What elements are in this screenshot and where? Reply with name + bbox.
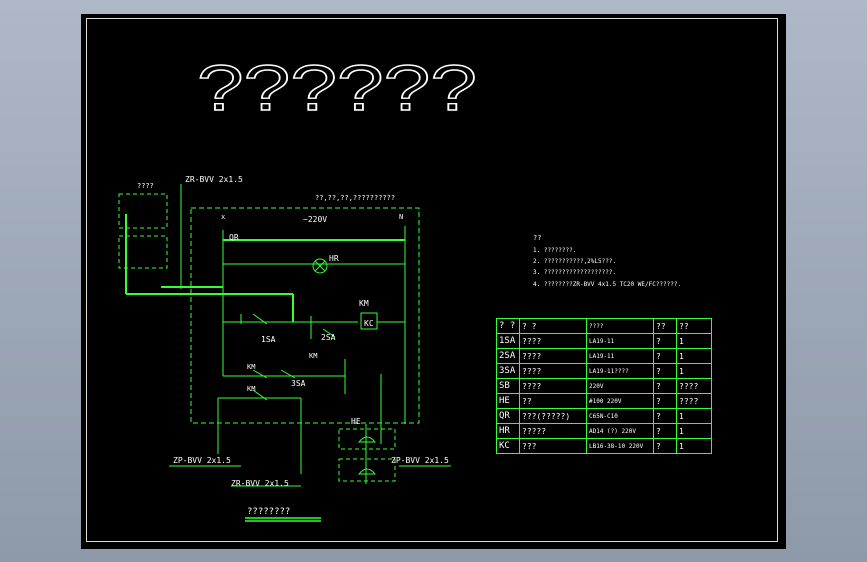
table-cell: 1 (676, 408, 712, 424)
table-cell: ???? (519, 363, 587, 379)
table-row: 1SA ???? LA19-11 ? 1 (496, 333, 712, 349)
phase-x-label: x (221, 213, 225, 221)
table-cell: ????? (519, 423, 587, 439)
table-cell: SB (496, 378, 520, 394)
table-cell: ? (653, 363, 677, 379)
he-label: HE (351, 417, 361, 426)
table-cell: ? (653, 423, 677, 439)
km3-label: KM (247, 385, 255, 393)
table-cell: ? (653, 333, 677, 349)
table-cell: ???? (519, 348, 587, 364)
table-cell: #100 220V (586, 393, 654, 409)
table-cell: ? (653, 438, 677, 454)
table-cell: ? (653, 408, 677, 424)
notes-heading: ?? (533, 234, 541, 242)
note-line: 3. ???????????????????. (533, 269, 616, 276)
table-cell: 1 (676, 438, 712, 454)
table-cell: 2SA (496, 348, 520, 364)
table-cell: 1 (676, 423, 712, 439)
table-header-cell: ???? (586, 318, 654, 334)
table-cell: LB16-38-10 220V (586, 438, 654, 454)
note-line: 1. ????????. (533, 247, 576, 254)
table-cell: ???(?????) (519, 408, 587, 424)
voltage-label: ~220V (303, 215, 327, 224)
km-coil-label: KM (359, 299, 369, 308)
table-cell: 220V (586, 378, 654, 394)
drawing-title: ?????? (197, 52, 477, 124)
table-cell: ? (653, 378, 677, 394)
table-row: 2SA ???? LA19-11 ? 1 (496, 348, 712, 364)
table-row: HR ????? AD14 (?) 220V ? 1 (496, 423, 712, 439)
phase-n-label: N (399, 213, 403, 221)
table-cell: 1 (676, 333, 712, 349)
table-header-cell: ? ? (496, 318, 520, 334)
note-line: 2. ???????????,2%L5???. (533, 258, 616, 265)
table-cell: HE (496, 393, 520, 409)
cable-left-label: ZP-BVV 2x1.5 (173, 456, 231, 465)
table-header-cell: ?? (676, 318, 712, 334)
table-cell: ???? (519, 378, 587, 394)
table-cell: AD14 (?) 220V (586, 423, 654, 439)
table-cell: ???? (519, 333, 587, 349)
table-cell: ?? (519, 393, 587, 409)
table-row: SB ???? 220V ? ???? (496, 378, 712, 394)
cable-right-label: ZP-BVV 2x1.5 (391, 456, 449, 465)
he-bell-symbol (357, 436, 377, 443)
table-cell: LA19-11 (586, 333, 654, 349)
he-box-top (338, 428, 396, 450)
remote-box-label: ???? (137, 182, 154, 190)
table-cell: 1 (676, 348, 712, 364)
he-box-bottom (338, 458, 396, 482)
table-cell: C65N-C10 (586, 408, 654, 424)
drawing-name-label: ???????? (247, 507, 290, 517)
equipment-table: ? ? ? ? ???? ?? ?? 1SA ???? LA19-11 ? 1 … (496, 318, 712, 454)
table-cell: HR (496, 423, 520, 439)
table-header-cell: ?? (653, 318, 677, 334)
table-row: KC ??? LB16-38-10 220V ? 1 (496, 438, 712, 454)
km1-label: KM (309, 352, 317, 360)
kc-label: KC (364, 319, 374, 328)
table-cell: 1SA (496, 333, 520, 349)
table-row: QR ???(?????) C65N-C10 ? 1 (496, 408, 712, 424)
3sa-label: 3SA (291, 379, 306, 388)
table-cell: QR (496, 408, 520, 424)
drawing-sheet: ?????? ???? ZR-BVV 2x1.5 ??,??,??,??????… (81, 14, 786, 549)
table-cell: ? (653, 393, 677, 409)
table-cell: LA19-11 (586, 348, 654, 364)
table-cell: LA19-11???? (586, 363, 654, 379)
cad-viewport: ?????? ???? ZR-BVV 2x1.5 ??,??,??,??????… (0, 0, 867, 562)
table-cell: KC (496, 438, 520, 454)
table-cell: ??? (519, 438, 587, 454)
wiring-diagram: ?????? ???? ZR-BVV 2x1.5 ??,??,??,??????… (118, 51, 681, 522)
note-line: 4. ????????ZR-BVV 4x1.5 TC20 WE/FC??????… (533, 281, 681, 288)
table-cell: ???? (676, 378, 712, 394)
km2-label: KM (247, 363, 255, 371)
qr-label: QR (229, 233, 239, 242)
table-cell: 3SA (496, 363, 520, 379)
table-cell: ???? (676, 393, 712, 409)
table-header-row: ? ? ? ? ???? ?? ?? (496, 318, 712, 334)
table-cell: 1 (676, 363, 712, 379)
hr-label: HR (329, 254, 339, 263)
2sa-label: 2SA (321, 333, 336, 342)
cable-top-label: ZR-BVV 2x1.5 (185, 175, 243, 184)
table-cell: ? (653, 348, 677, 364)
table-row: HE ?? #100 220V ? ???? (496, 393, 712, 409)
notes-block: ?? 1. ????????. 2. ???????????,2%L5???. … (533, 234, 681, 288)
1sa-label: 1SA (261, 335, 276, 344)
table-row: 3SA ???? LA19-11???? ? 1 (496, 363, 712, 379)
table-header-cell: ? ? (519, 318, 587, 334)
circuit-note: ??,??,??,?????????? (315, 194, 395, 202)
cable-bottom-label: ZR-BVV 2x1.5 (231, 479, 289, 488)
